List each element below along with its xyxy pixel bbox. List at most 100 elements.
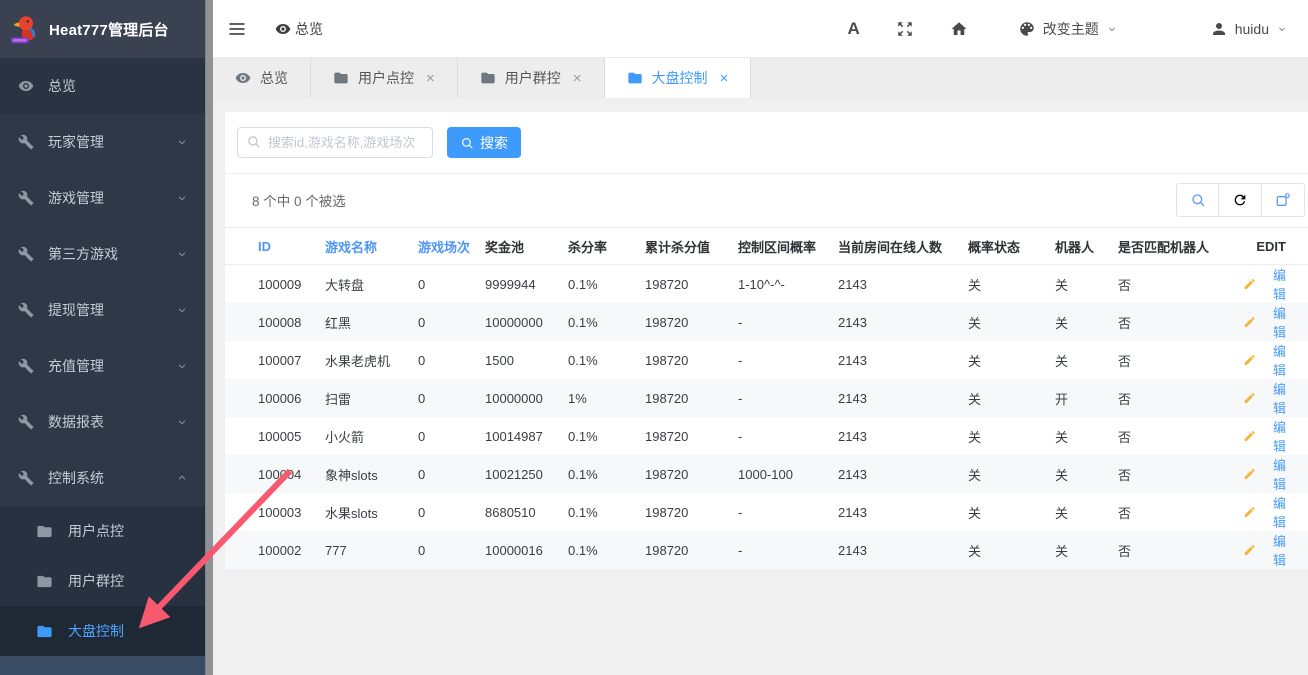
sidebar-item-1[interactable]: 玩家管理 [0,114,205,170]
edit-link[interactable]: 编辑 [1243,265,1286,303]
tab-close-icon[interactable]: × [720,70,729,87]
toolbar-refresh-button[interactable] [1219,183,1262,217]
cell-pool: 10014987 [485,417,568,455]
search-input[interactable] [237,127,433,158]
cell-id: 100006 [225,379,325,417]
column-header-3[interactable]: 游戏场次 [418,228,485,265]
tab-4[interactable]: 大盘控制 × [605,58,752,98]
pencil-icon [1243,543,1256,557]
sidebar: Heat777管理后台 总览 玩家管理 游戏管理 第三方游戏 提现管理 充值管理… [0,0,205,675]
sidebar-subitem-label: 用户点控 [68,521,124,541]
search-button[interactable]: 搜索 [447,127,521,158]
cell-range-prob: - [738,303,838,341]
column-header-2[interactable]: 游戏名称 [325,228,418,265]
sidebar-item-control-system[interactable]: 控制系统 [0,450,205,506]
theme-switcher[interactable]: 改变主题 [1018,19,1118,39]
hamburger-menu-icon[interactable] [227,19,247,39]
cell-range-prob: - [738,531,838,569]
cell-session: 0 [418,493,485,531]
cell-robot: 关 [1055,265,1118,304]
cell-match-robot: 否 [1118,417,1243,455]
edit-link[interactable]: 编辑 [1243,417,1286,455]
fullscreen-icon[interactable] [896,20,914,38]
sidebar-item-label: 第三方游戏 [48,244,118,264]
cell-pool: 10000000 [485,379,568,417]
cell-kill-total: 198720 [645,303,738,341]
table-row[interactable]: 100008 红黑 0 10000000 0.1% 198720 - 2143 … [225,303,1308,341]
cell-game-name: 水果slots [325,493,418,531]
sidebar-item-overview[interactable]: 总览 [0,58,205,114]
table-body: 100009 大转盘 0 9999944 0.1% 198720 1-10^-^… [225,265,1308,570]
topbar: 总览 A 改变主题 huidu [213,0,1308,58]
user-menu[interactable]: huidu [1210,20,1288,38]
sidebar-subitem-1[interactable]: 用户点控 [0,506,205,556]
table-row[interactable]: 100004 象神slots 0 10021250 0.1% 198720 10… [225,455,1308,493]
cell-pool: 10021250 [485,455,568,493]
folder-icon [480,70,496,86]
toolbar-search-button[interactable] [1176,183,1219,217]
edit-link[interactable]: 编辑 [1243,379,1286,417]
cell-kill-rate: 0.1% [568,493,645,531]
sidebar-item-2[interactable]: 游戏管理 [0,170,205,226]
sidebar-item-label: 控制系统 [48,468,104,488]
folder-icon [36,623,53,640]
edit-link[interactable]: 编辑 [1243,455,1286,493]
app-logo[interactable]: Heat777管理后台 [0,0,205,58]
column-header-9: 概率状态 [968,228,1055,265]
cell-robot: 开 [1055,379,1118,417]
table-row[interactable]: 100007 水果老虎机 0 1500 0.1% 198720 - 2143 关… [225,341,1308,379]
meta-row: 8 个中 0 个被选 [225,174,1308,226]
edit-link[interactable]: 编辑 [1243,303,1286,341]
tab-3[interactable]: 用户群控 × [458,58,605,98]
refresh-icon [1232,192,1248,208]
sidebar-subitem-3[interactable]: 大盘控制 [0,606,205,656]
cell-kill-rate: 0.1% [568,303,645,341]
chevron-down-icon [1106,23,1118,35]
cell-kill-total: 198720 [645,493,738,531]
table-header-row: ID游戏名称游戏场次奖金池杀分率累计杀分值控制区间概率当前房间在线人数概率状态机… [225,228,1308,265]
column-header-1[interactable]: ID [225,228,325,265]
toolbar-export-button[interactable] [1262,183,1305,217]
cell-range-prob: 1-10^-^- [738,265,838,304]
edit-link[interactable]: 编辑 [1243,341,1286,379]
cell-kill-total: 198720 [645,417,738,455]
cell-kill-total: 198720 [645,531,738,569]
cell-kill-rate: 0.1% [568,455,645,493]
cell-kill-total: 198720 [645,341,738,379]
edit-link[interactable]: 编辑 [1243,531,1286,569]
breadcrumb[interactable]: 总览 [275,19,323,39]
edit-link[interactable]: 编辑 [1243,493,1286,531]
tab-close-icon[interactable]: × [573,70,582,87]
table-row[interactable]: 100003 水果slots 0 8680510 0.1% 198720 - 2… [225,493,1308,531]
sidebar-item-6[interactable]: 数据报表 [0,394,205,450]
sidebar-item-5[interactable]: 充值管理 [0,338,205,394]
chevron-down-icon [175,415,189,429]
sidebar-item-label: 总览 [48,76,76,96]
sidebar-item-3[interactable]: 第三方游戏 [0,226,205,282]
tab-2[interactable]: 用户点控 × [311,58,458,98]
cell-pool: 10000016 [485,531,568,569]
tab-1[interactable]: 总览 [213,58,311,98]
cell-kill-rate: 0.1% [568,531,645,569]
sidebar-scrollbar[interactable] [205,0,213,675]
table-row[interactable]: 100006 扫雷 0 10000000 1% 198720 - 2143 关 … [225,379,1308,417]
column-header-4: 奖金池 [485,228,568,265]
table-row[interactable]: 100005 小火箭 0 10014987 0.1% 198720 - 2143… [225,417,1308,455]
cell-kill-total: 198720 [645,379,738,417]
cell-game-name: 小火箭 [325,417,418,455]
chevron-down-icon [175,191,189,205]
tab-close-icon[interactable]: × [426,70,435,87]
cell-pool: 1500 [485,341,568,379]
cell-game-name: 象神slots [325,455,418,493]
home-icon[interactable] [950,20,968,38]
table-row[interactable]: 100009 大转盘 0 9999944 0.1% 198720 1-10^-^… [225,265,1308,304]
games-table: ID游戏名称游戏场次奖金池杀分率累计杀分值控制区间概率当前房间在线人数概率状态机… [225,227,1308,569]
sidebar-subitem-2[interactable]: 用户群控 [0,556,205,606]
cell-online: 2143 [838,379,968,417]
table-card: 搜索 8 个中 0 个被选 [225,112,1308,550]
table-row[interactable]: 100002 777 0 10000016 0.1% 198720 - 2143… [225,531,1308,569]
cell-id: 100003 [225,493,325,531]
font-size-button[interactable]: A [847,19,859,39]
sidebar-item-4[interactable]: 提现管理 [0,282,205,338]
cell-range-prob: - [738,417,838,455]
